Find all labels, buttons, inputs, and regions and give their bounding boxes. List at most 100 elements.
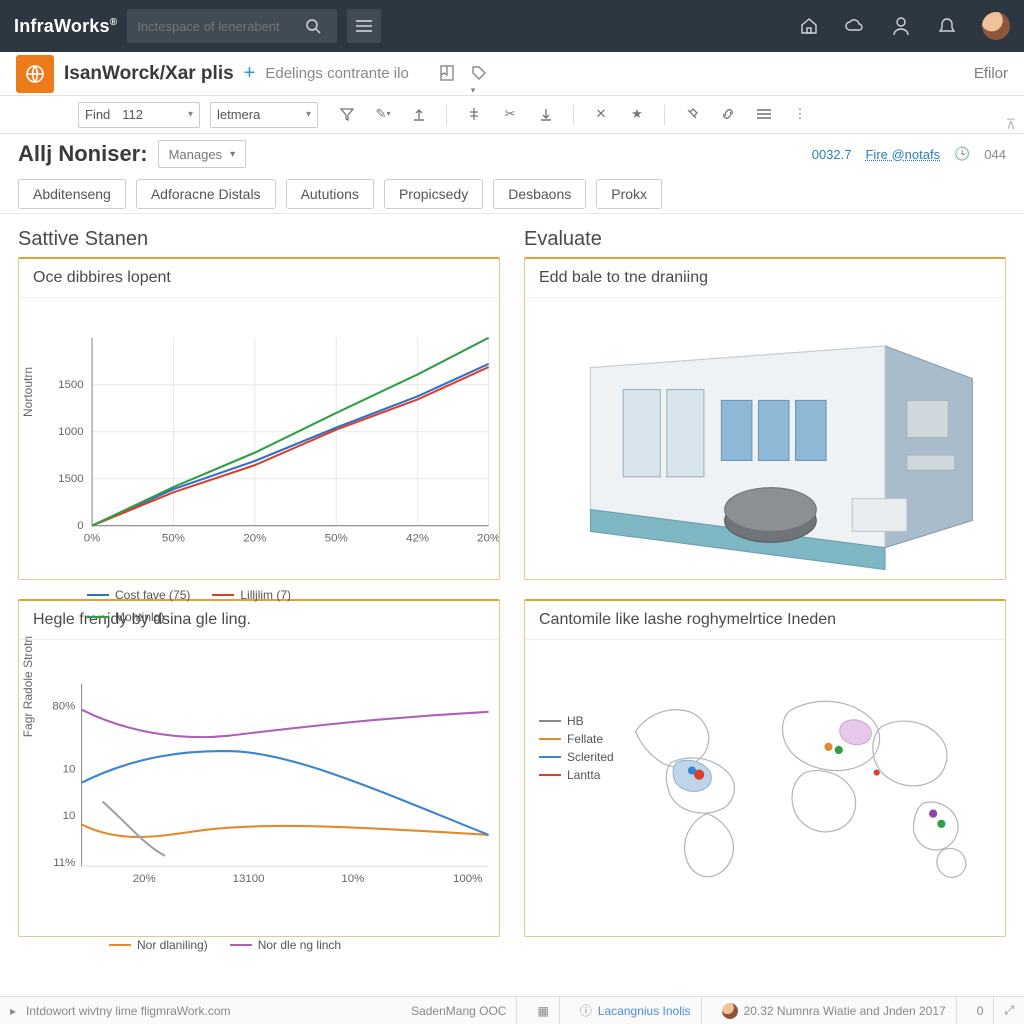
tab-aututions[interactable]: Aututions: [286, 179, 374, 209]
footer-zero: 0: [967, 997, 995, 1024]
svg-text:11%: 11%: [53, 857, 75, 869]
card-title: Cantomile like lashe roghymelrtice Inede…: [525, 601, 1005, 640]
svg-text:42%: 42%: [406, 532, 429, 544]
tab-prokx[interactable]: Prokx: [596, 179, 662, 209]
manages-select[interactable]: Manages▾: [158, 140, 247, 168]
pin-tool-icon[interactable]: [683, 105, 701, 123]
svg-text:10%: 10%: [341, 873, 364, 885]
status-bar: 0032.7 Fire @notafs 🕓 044: [812, 146, 1006, 162]
footer-mid: SadenMang OOC: [401, 997, 517, 1024]
top-icon-group: [798, 12, 1010, 40]
search-input[interactable]: [137, 19, 297, 34]
footer-caret-icon[interactable]: ▸: [10, 1004, 16, 1018]
footer-left: Intdowort wivtny lime fligmraWork.com: [26, 1004, 231, 1018]
footer-expand-icon[interactable]: ⤢: [1004, 1003, 1014, 1018]
svg-text:0: 0: [77, 520, 83, 532]
svg-text:20%: 20%: [133, 873, 156, 885]
search-box[interactable]: [127, 9, 337, 43]
tag-icon[interactable]: ▾: [471, 65, 489, 83]
cut-icon[interactable]: ✂: [501, 105, 519, 123]
svg-text:10: 10: [63, 764, 76, 776]
card-chart2: Hegle frenjdy by dsina gle ling. Fagr Ra…: [18, 599, 500, 937]
bell-icon[interactable]: [936, 15, 958, 37]
world-map: [615, 640, 1005, 936]
filter-icon[interactable]: [338, 105, 356, 123]
tab-propicsedy[interactable]: Propicsedy: [384, 179, 483, 209]
download-icon[interactable]: [537, 105, 555, 123]
content-grid: Sattive Stanen Oce dibbires lopent Norto…: [0, 214, 1024, 996]
tab-abditenseng[interactable]: Abditenseng: [18, 179, 126, 209]
tab-desbaons[interactable]: Desbaons: [493, 179, 586, 209]
align-icon[interactable]: [465, 105, 483, 123]
status-footer: ▸ Intdowort wivtny lime fligmraWork.com …: [0, 996, 1024, 1024]
find-select[interactable]: Find 112 ▾: [78, 102, 200, 128]
search-icon[interactable]: [305, 18, 321, 34]
card-map: Cantomile like lashe roghymelrtice Inede…: [524, 599, 1006, 937]
star-icon[interactable]: ★: [628, 105, 646, 123]
info-icon: ⓘ: [580, 1002, 592, 1019]
text-select[interactable]: letmera ▾: [210, 102, 318, 128]
svg-text:50%: 50%: [162, 532, 185, 544]
crumb-secondary: Edelings contrante ilo: [265, 65, 408, 82]
cloud-icon[interactable]: [844, 15, 866, 37]
ribbon: IsanWorck/Xar plis + Edelings contrante …: [0, 52, 1024, 96]
svg-text:20%: 20%: [477, 532, 499, 544]
add-button[interactable]: +: [244, 62, 256, 85]
efilor-label[interactable]: Efilor: [974, 65, 1008, 82]
upload-icon[interactable]: [410, 105, 428, 123]
section-title-left: Sattive Stanen: [18, 228, 500, 251]
card-model: Edd bale to tne draniing: [524, 257, 1006, 580]
chart1-legend: Cost fave (75) Lilljlim (7) Montinlg): [19, 586, 499, 624]
footer-user[interactable]: 20.32 Numnra Wiatie and Jnden 2017: [712, 997, 957, 1024]
close-icon[interactable]: ✕: [592, 105, 610, 123]
bookmark-icon[interactable]: [439, 65, 457, 83]
footer-link[interactable]: ⓘLacangnius Inolis: [570, 997, 702, 1024]
svg-text:0%: 0%: [84, 532, 101, 544]
topbar: InfraWorks®: [0, 0, 1024, 52]
status-link[interactable]: Fire @notafs: [865, 147, 940, 162]
status-count: 044: [984, 147, 1006, 162]
pin-icon[interactable]: ⊼: [1006, 116, 1016, 133]
link-icon[interactable]: [719, 105, 737, 123]
brand-logo: InfraWorks®: [14, 16, 117, 37]
svg-text:100%: 100%: [453, 873, 482, 885]
app-icon: [16, 55, 54, 93]
card-title: Edd bale to tne draniing: [525, 259, 1005, 298]
svg-text:1500: 1500: [58, 379, 84, 391]
map-legend: HB Fellate Sclerited Lantta: [525, 640, 615, 936]
svg-text:1000: 1000: [58, 426, 84, 438]
clock-icon: 🕓: [954, 146, 970, 162]
avatar[interactable]: [982, 12, 1010, 40]
list-icon[interactable]: [755, 105, 773, 123]
avatar: [722, 1003, 738, 1019]
subheader: Allj Noniser: Manages▾ 0032.7 Fire @nota…: [0, 134, 1024, 174]
toolbar-icons: ✎▾ ✂ ✕ ★ ⋮: [338, 105, 809, 125]
svg-text:50%: 50%: [325, 532, 348, 544]
chart2-ylabel: Fagr Radole Strotn: [21, 636, 35, 737]
page-title: Allj Noniser:: [18, 141, 148, 167]
chart1-ylabel: Nortoutrn: [21, 367, 35, 417]
model-view[interactable]: [525, 298, 1005, 579]
chart2-body: Fagr Radole Strotn 11%101080% 20%1310010…: [19, 640, 499, 936]
card-chart1: Oce dibbires lopent Nortoutrn 0 1500 100…: [18, 257, 500, 580]
more-icon[interactable]: ⋮: [791, 105, 809, 123]
chart1-svg: 0 1500 1000 1500 0% 50% 20% 50% 42% 20%: [19, 298, 499, 586]
svg-text:20%: 20%: [243, 532, 266, 544]
svg-text:13100: 13100: [233, 873, 265, 885]
svg-text:1500: 1500: [58, 473, 84, 485]
menu-button[interactable]: [347, 9, 381, 43]
pen-icon[interactable]: ✎▾: [374, 105, 392, 123]
breadcrumb: IsanWorck/Xar plis: [64, 63, 234, 85]
left-column: Sattive Stanen Oce dibbires lopent Norto…: [18, 228, 500, 581]
user-icon[interactable]: [890, 15, 912, 37]
tab-adforacne[interactable]: Adforacne Distals: [136, 179, 276, 209]
map-body[interactable]: HB Fellate Sclerited Lantta: [525, 640, 1005, 936]
footer-grid-icon[interactable]: ▦: [527, 997, 559, 1024]
tabs: Abditenseng Adforacne Distals Aututions …: [0, 174, 1024, 214]
home-icon[interactable]: [798, 15, 820, 37]
svg-text:80%: 80%: [52, 701, 75, 713]
status-code: 0032.7: [812, 147, 852, 162]
section-title-right: Evaluate: [524, 228, 1006, 251]
right-column: Evaluate Edd bale to tne draniing: [524, 228, 1006, 581]
ribbon-icons: ▾: [439, 65, 489, 83]
